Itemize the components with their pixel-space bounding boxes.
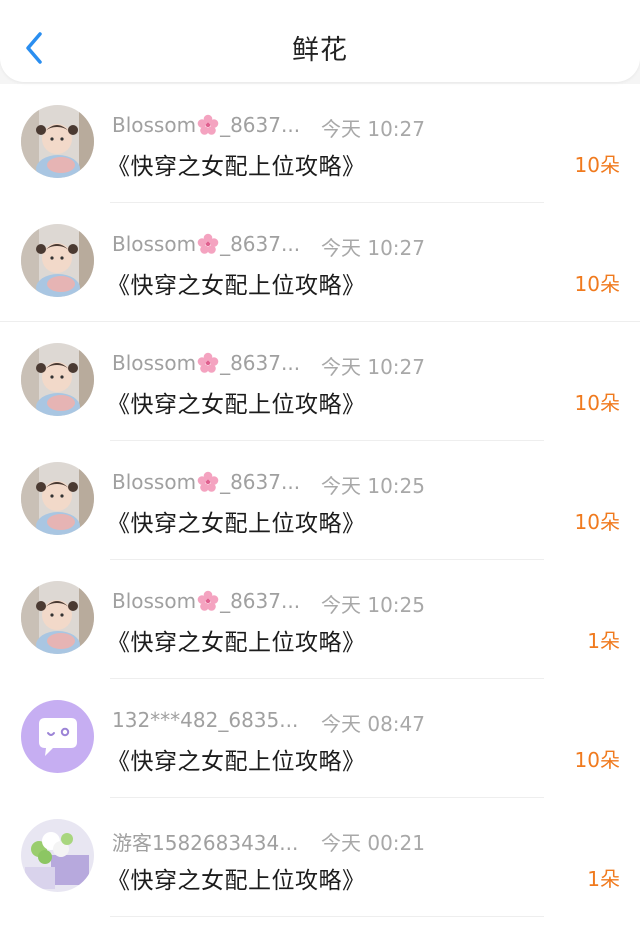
avatar[interactable] xyxy=(21,224,94,297)
timestamp: 今天 10:27 xyxy=(321,117,425,141)
child-photo-icon xyxy=(21,105,94,178)
flower-count: 10朵 xyxy=(574,153,620,177)
flower-count: 1朵 xyxy=(587,629,620,653)
cherry-blossom-icon xyxy=(197,114,219,135)
book-title: 《快穿之女配上位攻略》 xyxy=(107,868,366,894)
child-photo-icon xyxy=(21,343,94,416)
username: Blossom _8637... xyxy=(112,470,301,494)
timestamp: 今天 08:47 xyxy=(321,712,425,736)
book-title: 《快穿之女配上位攻略》 xyxy=(107,630,366,656)
book-title: 《快穿之女配上位攻略》 xyxy=(107,392,366,418)
flower-record-list: Blossom _8637... 今天 10:27 《快穿之女配上位攻略》 10朵… xyxy=(0,84,640,929)
flower-count: 1朵 xyxy=(587,867,620,891)
cherry-blossom-icon xyxy=(197,590,219,611)
flower-count: 10朵 xyxy=(574,391,620,415)
list-item[interactable]: 132***482_6835... 今天 08:47 《快穿之女配上位攻略》 1… xyxy=(0,679,640,798)
cherry-blossom-icon xyxy=(197,352,219,373)
list-item[interactable]: Blossom _8637... 今天 10:27 《快穿之女配上位攻略》 10朵 xyxy=(0,84,640,203)
book-title: 《快穿之女配上位攻略》 xyxy=(107,154,366,180)
top-bar: 鲜花 xyxy=(0,0,640,82)
username: 游客1582683434... xyxy=(112,831,299,855)
avatar[interactable] xyxy=(21,581,94,654)
flower-count: 10朵 xyxy=(574,510,620,534)
book-title: 《快穿之女配上位攻略》 xyxy=(107,273,366,299)
username: 132***482_6835... xyxy=(112,708,299,732)
flower-photo-icon xyxy=(21,819,94,892)
cherry-blossom-icon xyxy=(197,471,219,492)
divider xyxy=(110,916,544,917)
avatar[interactable] xyxy=(21,343,94,416)
book-title: 《快穿之女配上位攻略》 xyxy=(107,749,366,775)
list-item[interactable]: Blossom _8637... 今天 10:25 《快穿之女配上位攻略》 10朵 xyxy=(0,441,640,560)
timestamp: 今天 10:27 xyxy=(321,355,425,379)
timestamp: 今天 10:25 xyxy=(321,593,425,617)
username: Blossom _8637... xyxy=(112,351,301,375)
flower-count: 10朵 xyxy=(574,748,620,772)
username: Blossom _8637... xyxy=(112,232,301,256)
list-item[interactable]: Blossom _8637... 今天 10:27 《快穿之女配上位攻略》 10朵 xyxy=(0,322,640,441)
child-photo-icon xyxy=(21,462,94,535)
avatar[interactable] xyxy=(21,105,94,178)
child-photo-icon xyxy=(21,581,94,654)
list-item[interactable]: Blossom _8637... 今天 10:25 《快穿之女配上位攻略》 1朵 xyxy=(0,560,640,679)
chat-bubble-icon xyxy=(21,700,94,773)
timestamp: 今天 10:25 xyxy=(321,474,425,498)
username: Blossom _8637... xyxy=(112,113,301,137)
child-photo-icon xyxy=(21,224,94,297)
username: Blossom _8637... xyxy=(112,589,301,613)
flower-count: 10朵 xyxy=(574,272,620,296)
list-item[interactable]: Blossom _8637... 今天 10:27 《快穿之女配上位攻略》 10朵 xyxy=(0,203,640,322)
avatar[interactable] xyxy=(21,819,94,892)
avatar[interactable] xyxy=(21,700,94,773)
book-title: 《快穿之女配上位攻略》 xyxy=(107,511,366,537)
avatar[interactable] xyxy=(21,462,94,535)
timestamp: 今天 10:27 xyxy=(321,236,425,260)
cherry-blossom-icon xyxy=(197,233,219,254)
list-item[interactable]: 游客1582683434... 今天 00:21 《快穿之女配上位攻略》 1朵 xyxy=(0,798,640,917)
page-title: 鲜花 xyxy=(292,35,348,66)
timestamp: 今天 00:21 xyxy=(321,831,425,855)
